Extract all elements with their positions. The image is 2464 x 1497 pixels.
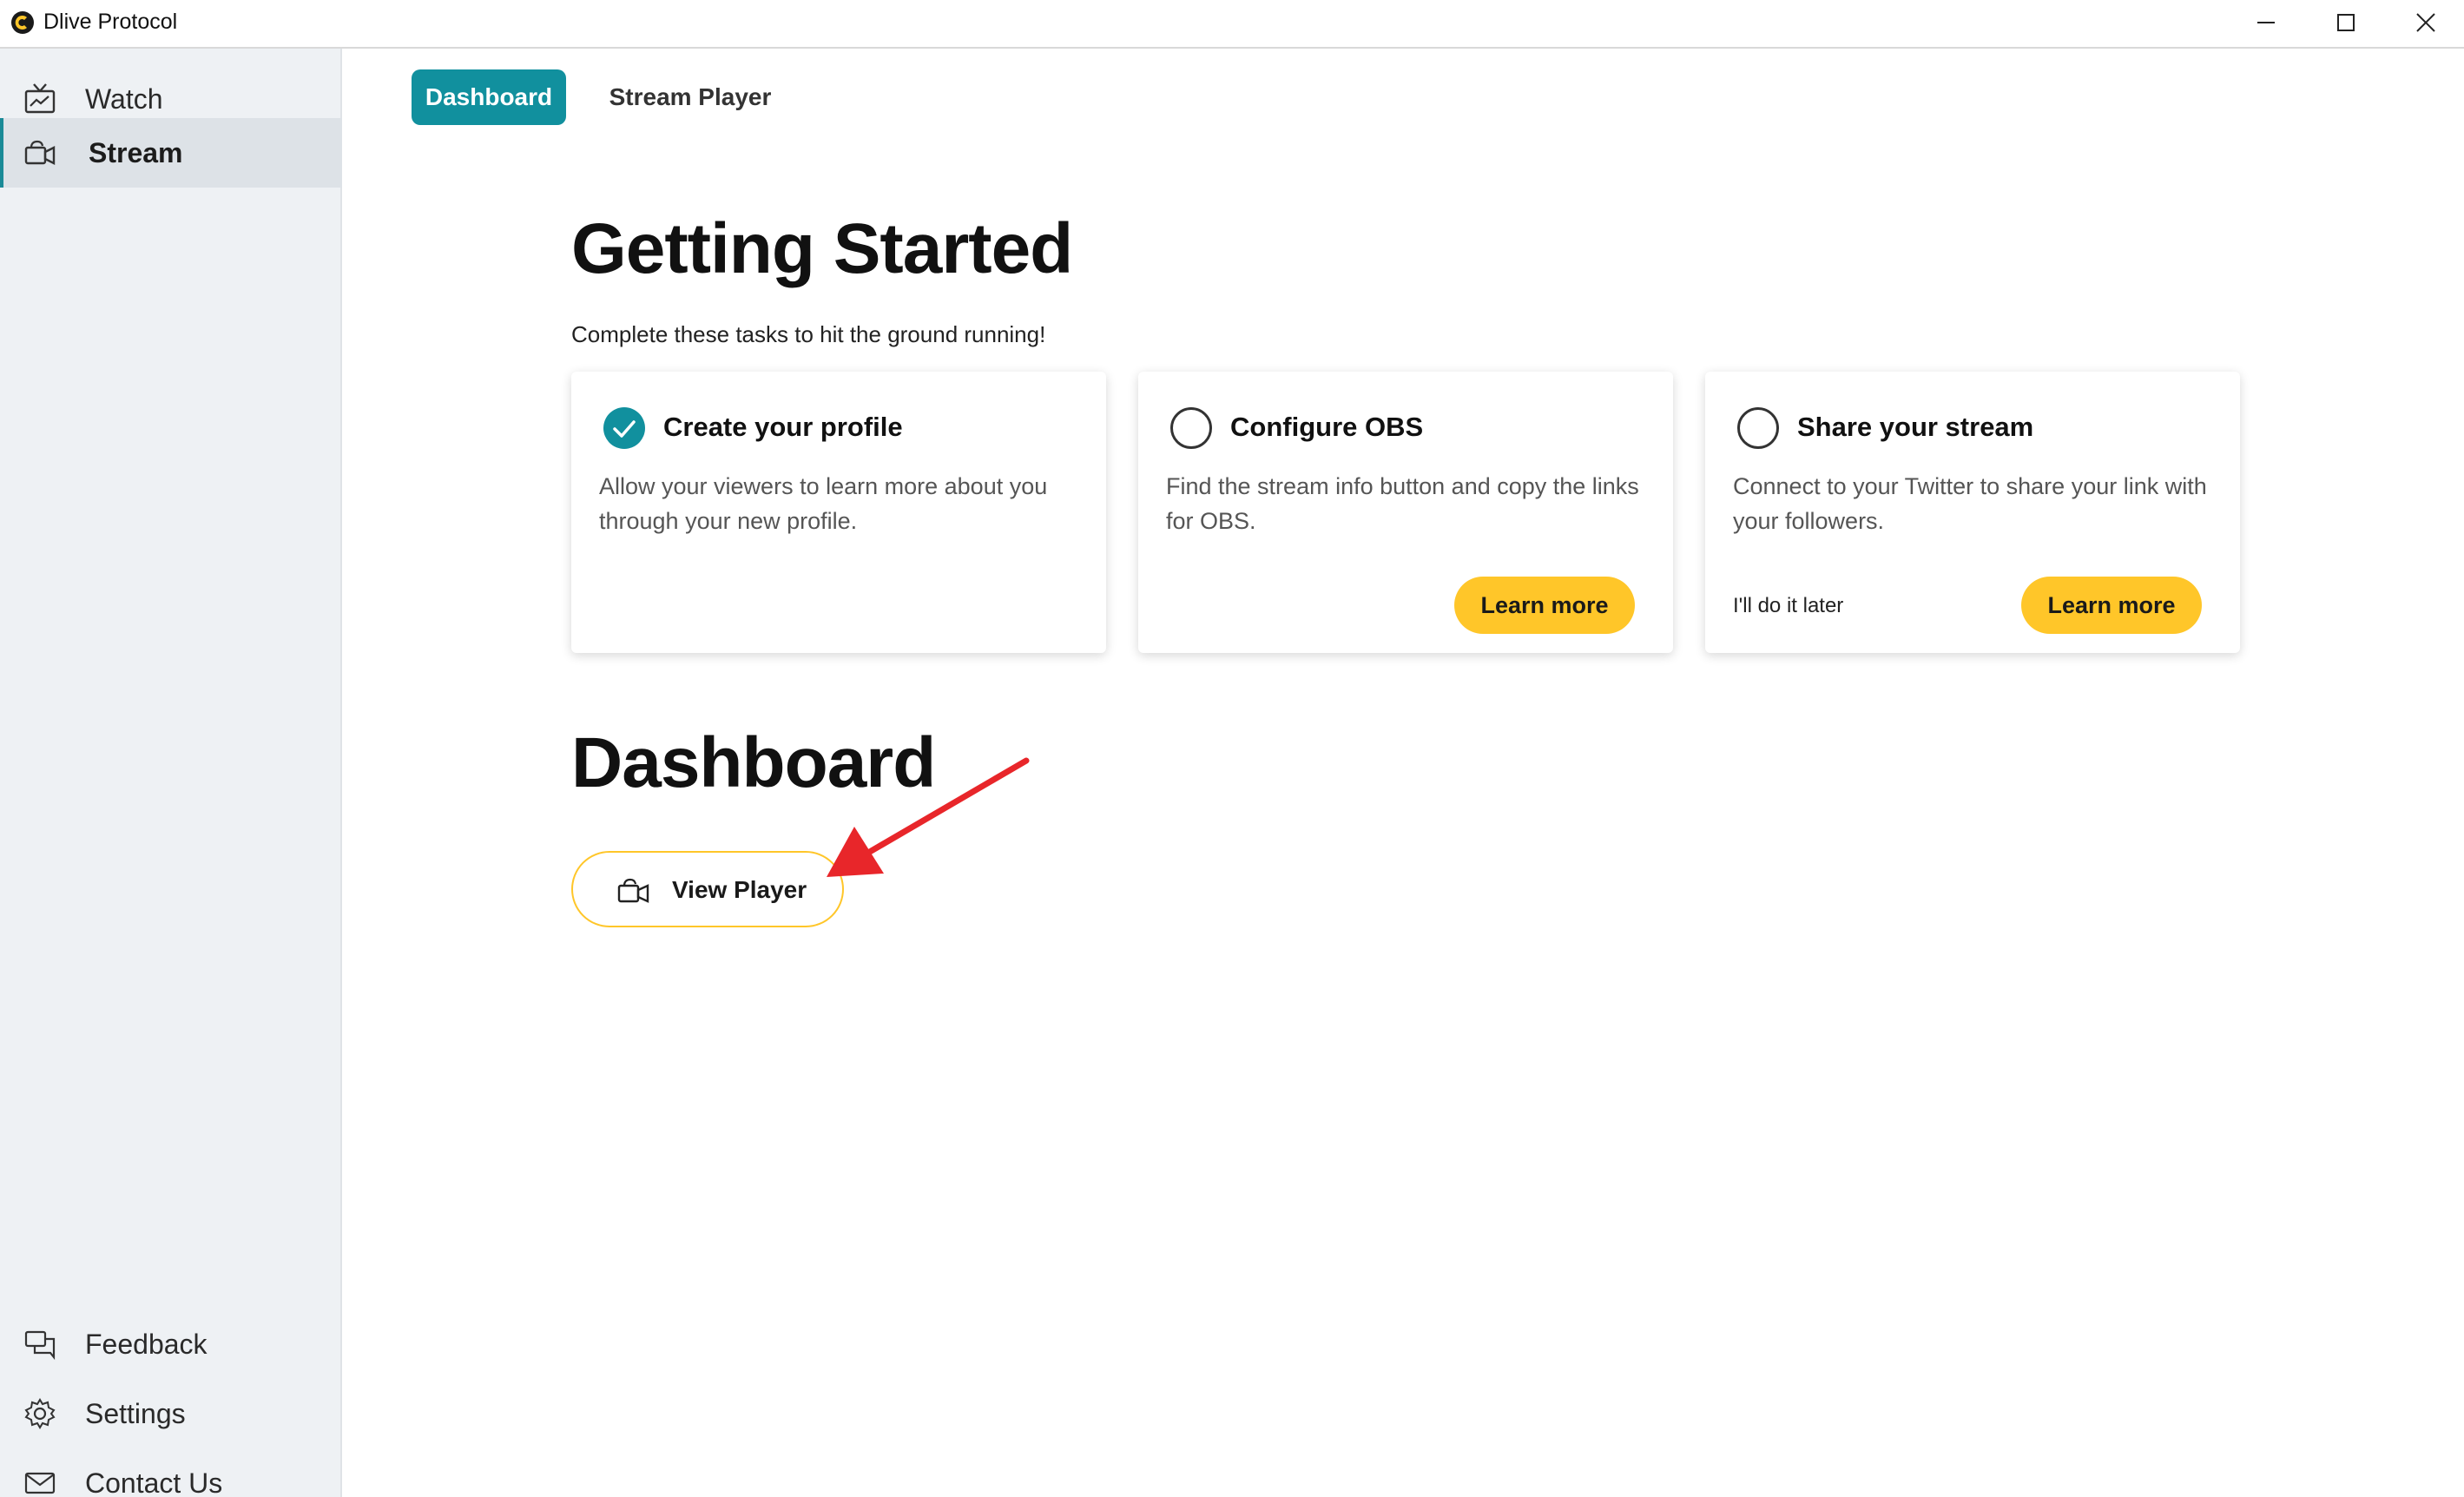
- maximize-icon: [2337, 14, 2355, 31]
- do-it-later-link[interactable]: I'll do it later: [1733, 594, 1843, 618]
- sidebar-item-label: Settings: [85, 1398, 186, 1429]
- sidebar-item-contact-us[interactable]: Contact Us: [0, 1448, 342, 1497]
- card-description: Find the stream info button and copy the…: [1166, 473, 1639, 534]
- task-card-share-stream: Share your stream Connect to your Twitte…: [1705, 372, 2240, 653]
- card-title: Configure OBS: [1230, 412, 1424, 442]
- close-button[interactable]: [2386, 0, 2464, 45]
- sidebar-item-label: Stream: [89, 137, 183, 168]
- mail-icon: [24, 1472, 56, 1494]
- learn-more-button[interactable]: Learn more: [2021, 577, 2202, 634]
- view-player-label: View Player: [672, 876, 807, 903]
- camera-icon: [617, 878, 649, 903]
- chat-icon: [24, 1330, 56, 1361]
- app-title: Dlive Protocol: [43, 10, 178, 34]
- card-title: Share your stream: [1797, 412, 2034, 442]
- app-logo-icon: [11, 11, 34, 34]
- annotation-arrow-icon: [827, 757, 1030, 877]
- task-card-create-profile: Create your profile Allow your viewers t…: [571, 372, 1106, 653]
- getting-started-title: Getting Started: [571, 209, 1073, 288]
- sidebar-item-label: Feedback: [85, 1329, 208, 1360]
- tv-icon: [24, 83, 56, 114]
- minimize-button[interactable]: [2226, 0, 2306, 45]
- card-description: Allow your viewers to learn more about y…: [599, 473, 1048, 534]
- card-description: Connect to your Twitter to share your li…: [1733, 473, 2207, 534]
- maximize-button[interactable]: [2306, 0, 2386, 45]
- sidebar-item-label: Contact Us: [85, 1467, 223, 1497]
- sidebar-item-stream[interactable]: Stream: [0, 118, 342, 188]
- minimize-icon: [2257, 22, 2275, 23]
- camera-icon: [24, 140, 56, 165]
- sidebar-item-label: Watch: [85, 83, 163, 115]
- unchecked-circle-icon[interactable]: [1169, 406, 1213, 450]
- close-icon: [2416, 13, 2435, 32]
- tab-dashboard[interactable]: Dashboard: [412, 69, 566, 125]
- learn-more-button[interactable]: Learn more: [1454, 577, 1635, 634]
- card-title: Create your profile: [663, 412, 903, 442]
- view-player-button[interactable]: View Player: [571, 851, 844, 927]
- title-bar: Dlive Protocol: [0, 0, 2464, 49]
- checked-circle-icon[interactable]: [603, 406, 646, 450]
- gear-icon: [24, 1398, 56, 1429]
- sidebar-item-settings[interactable]: Settings: [0, 1379, 342, 1448]
- unchecked-circle-icon[interactable]: [1736, 406, 1780, 450]
- tab-stream-player[interactable]: Stream Player: [596, 69, 785, 125]
- getting-started-subtitle: Complete these tasks to hit the ground r…: [571, 321, 1046, 347]
- sidebar-item-feedback[interactable]: Feedback: [0, 1309, 342, 1379]
- task-card-configure-obs: Configure OBS Find the stream info butto…: [1138, 372, 1673, 653]
- sidebar: Watch Stream Feedback Settings Contact U…: [0, 49, 342, 1497]
